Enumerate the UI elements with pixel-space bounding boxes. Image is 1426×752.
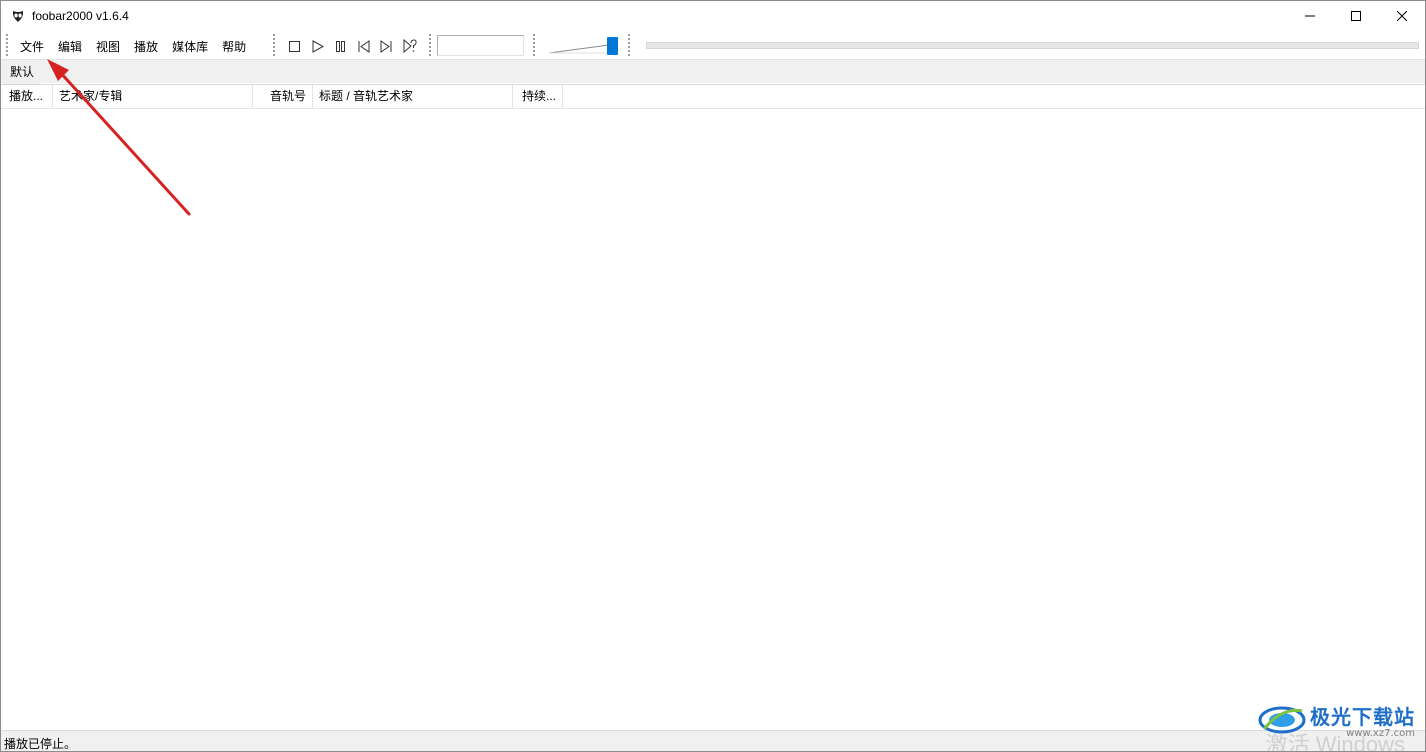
menu-library[interactable]: 媒体库 bbox=[165, 35, 215, 58]
previous-button[interactable] bbox=[352, 36, 375, 56]
column-track-number[interactable]: 音轨号 bbox=[253, 85, 313, 109]
menu-help[interactable]: 帮助 bbox=[215, 35, 253, 58]
minimize-button[interactable] bbox=[1287, 1, 1333, 31]
seek-time-box bbox=[437, 35, 524, 56]
seek-toolbar-grip[interactable] bbox=[429, 34, 431, 56]
seek-bar[interactable] bbox=[646, 42, 1419, 49]
column-artist-album[interactable]: 艺术家/专辑 bbox=[53, 85, 253, 109]
column-playing[interactable]: 播放... bbox=[3, 85, 53, 109]
previous-icon bbox=[358, 39, 370, 53]
window-title: foobar2000 v1.6.4 bbox=[32, 9, 129, 23]
maximize-icon bbox=[1351, 11, 1361, 21]
menu-view[interactable]: 视图 bbox=[89, 35, 127, 58]
volume-toolbar-grip[interactable] bbox=[533, 34, 535, 56]
next-icon bbox=[380, 39, 392, 53]
menu-bar: 文件 编辑 视图 播放 媒体库 帮助 bbox=[13, 35, 253, 58]
playback-buttons bbox=[283, 36, 421, 56]
pause-button[interactable] bbox=[329, 36, 352, 56]
stop-button[interactable] bbox=[283, 36, 306, 56]
menu-grip[interactable] bbox=[6, 34, 8, 56]
title-bar: foobar2000 v1.6.4 bbox=[1, 1, 1425, 31]
playlist-tab-strip: 默认 bbox=[1, 59, 1425, 84]
close-button[interactable] bbox=[1379, 1, 1425, 31]
foobar-app-icon bbox=[10, 8, 26, 24]
playlist-column-header: 播放... 艺术家/专辑 音轨号 标题 / 音轨艺术家 持续... bbox=[1, 84, 1425, 109]
maximize-button[interactable] bbox=[1333, 1, 1379, 31]
watermark-brand: 极光下载站 bbox=[1310, 705, 1415, 729]
playlist-tab-default[interactable]: 默认 bbox=[3, 62, 42, 84]
column-title-track-artist[interactable]: 标题 / 音轨艺术家 bbox=[313, 85, 513, 109]
activate-windows-text: 激活 Windows bbox=[1265, 732, 1405, 752]
close-icon bbox=[1397, 11, 1407, 21]
menu-file[interactable]: 文件 bbox=[13, 35, 51, 58]
menu-playback[interactable]: 播放 bbox=[127, 35, 165, 58]
volume-thumb[interactable] bbox=[607, 37, 618, 55]
seekbar-grip[interactable] bbox=[628, 34, 630, 56]
foobar2000-window: foobar2000 v1.6.4 文件 编辑 视图 播放 媒体库 帮助 默认 … bbox=[0, 0, 1426, 752]
window-controls bbox=[1287, 1, 1425, 31]
random-button[interactable] bbox=[398, 36, 421, 56]
playback-toolbar-grip[interactable] bbox=[273, 34, 275, 56]
play-icon bbox=[312, 39, 324, 53]
minimize-icon bbox=[1305, 15, 1315, 17]
volume-slider[interactable] bbox=[546, 35, 621, 57]
pause-icon bbox=[336, 40, 345, 52]
menu-edit[interactable]: 编辑 bbox=[51, 35, 89, 58]
stop-icon bbox=[289, 40, 300, 52]
column-duration[interactable]: 持续... bbox=[513, 85, 563, 109]
status-bar: 播放已停止。 bbox=[1, 730, 1425, 751]
next-button[interactable] bbox=[375, 36, 398, 56]
play-button[interactable] bbox=[306, 36, 329, 56]
playlist-view[interactable] bbox=[1, 109, 1425, 729]
random-icon bbox=[403, 39, 417, 53]
menu-toolbar-row: 文件 编辑 视图 播放 媒体库 帮助 bbox=[1, 31, 1425, 59]
status-text: 播放已停止。 bbox=[4, 737, 77, 751]
